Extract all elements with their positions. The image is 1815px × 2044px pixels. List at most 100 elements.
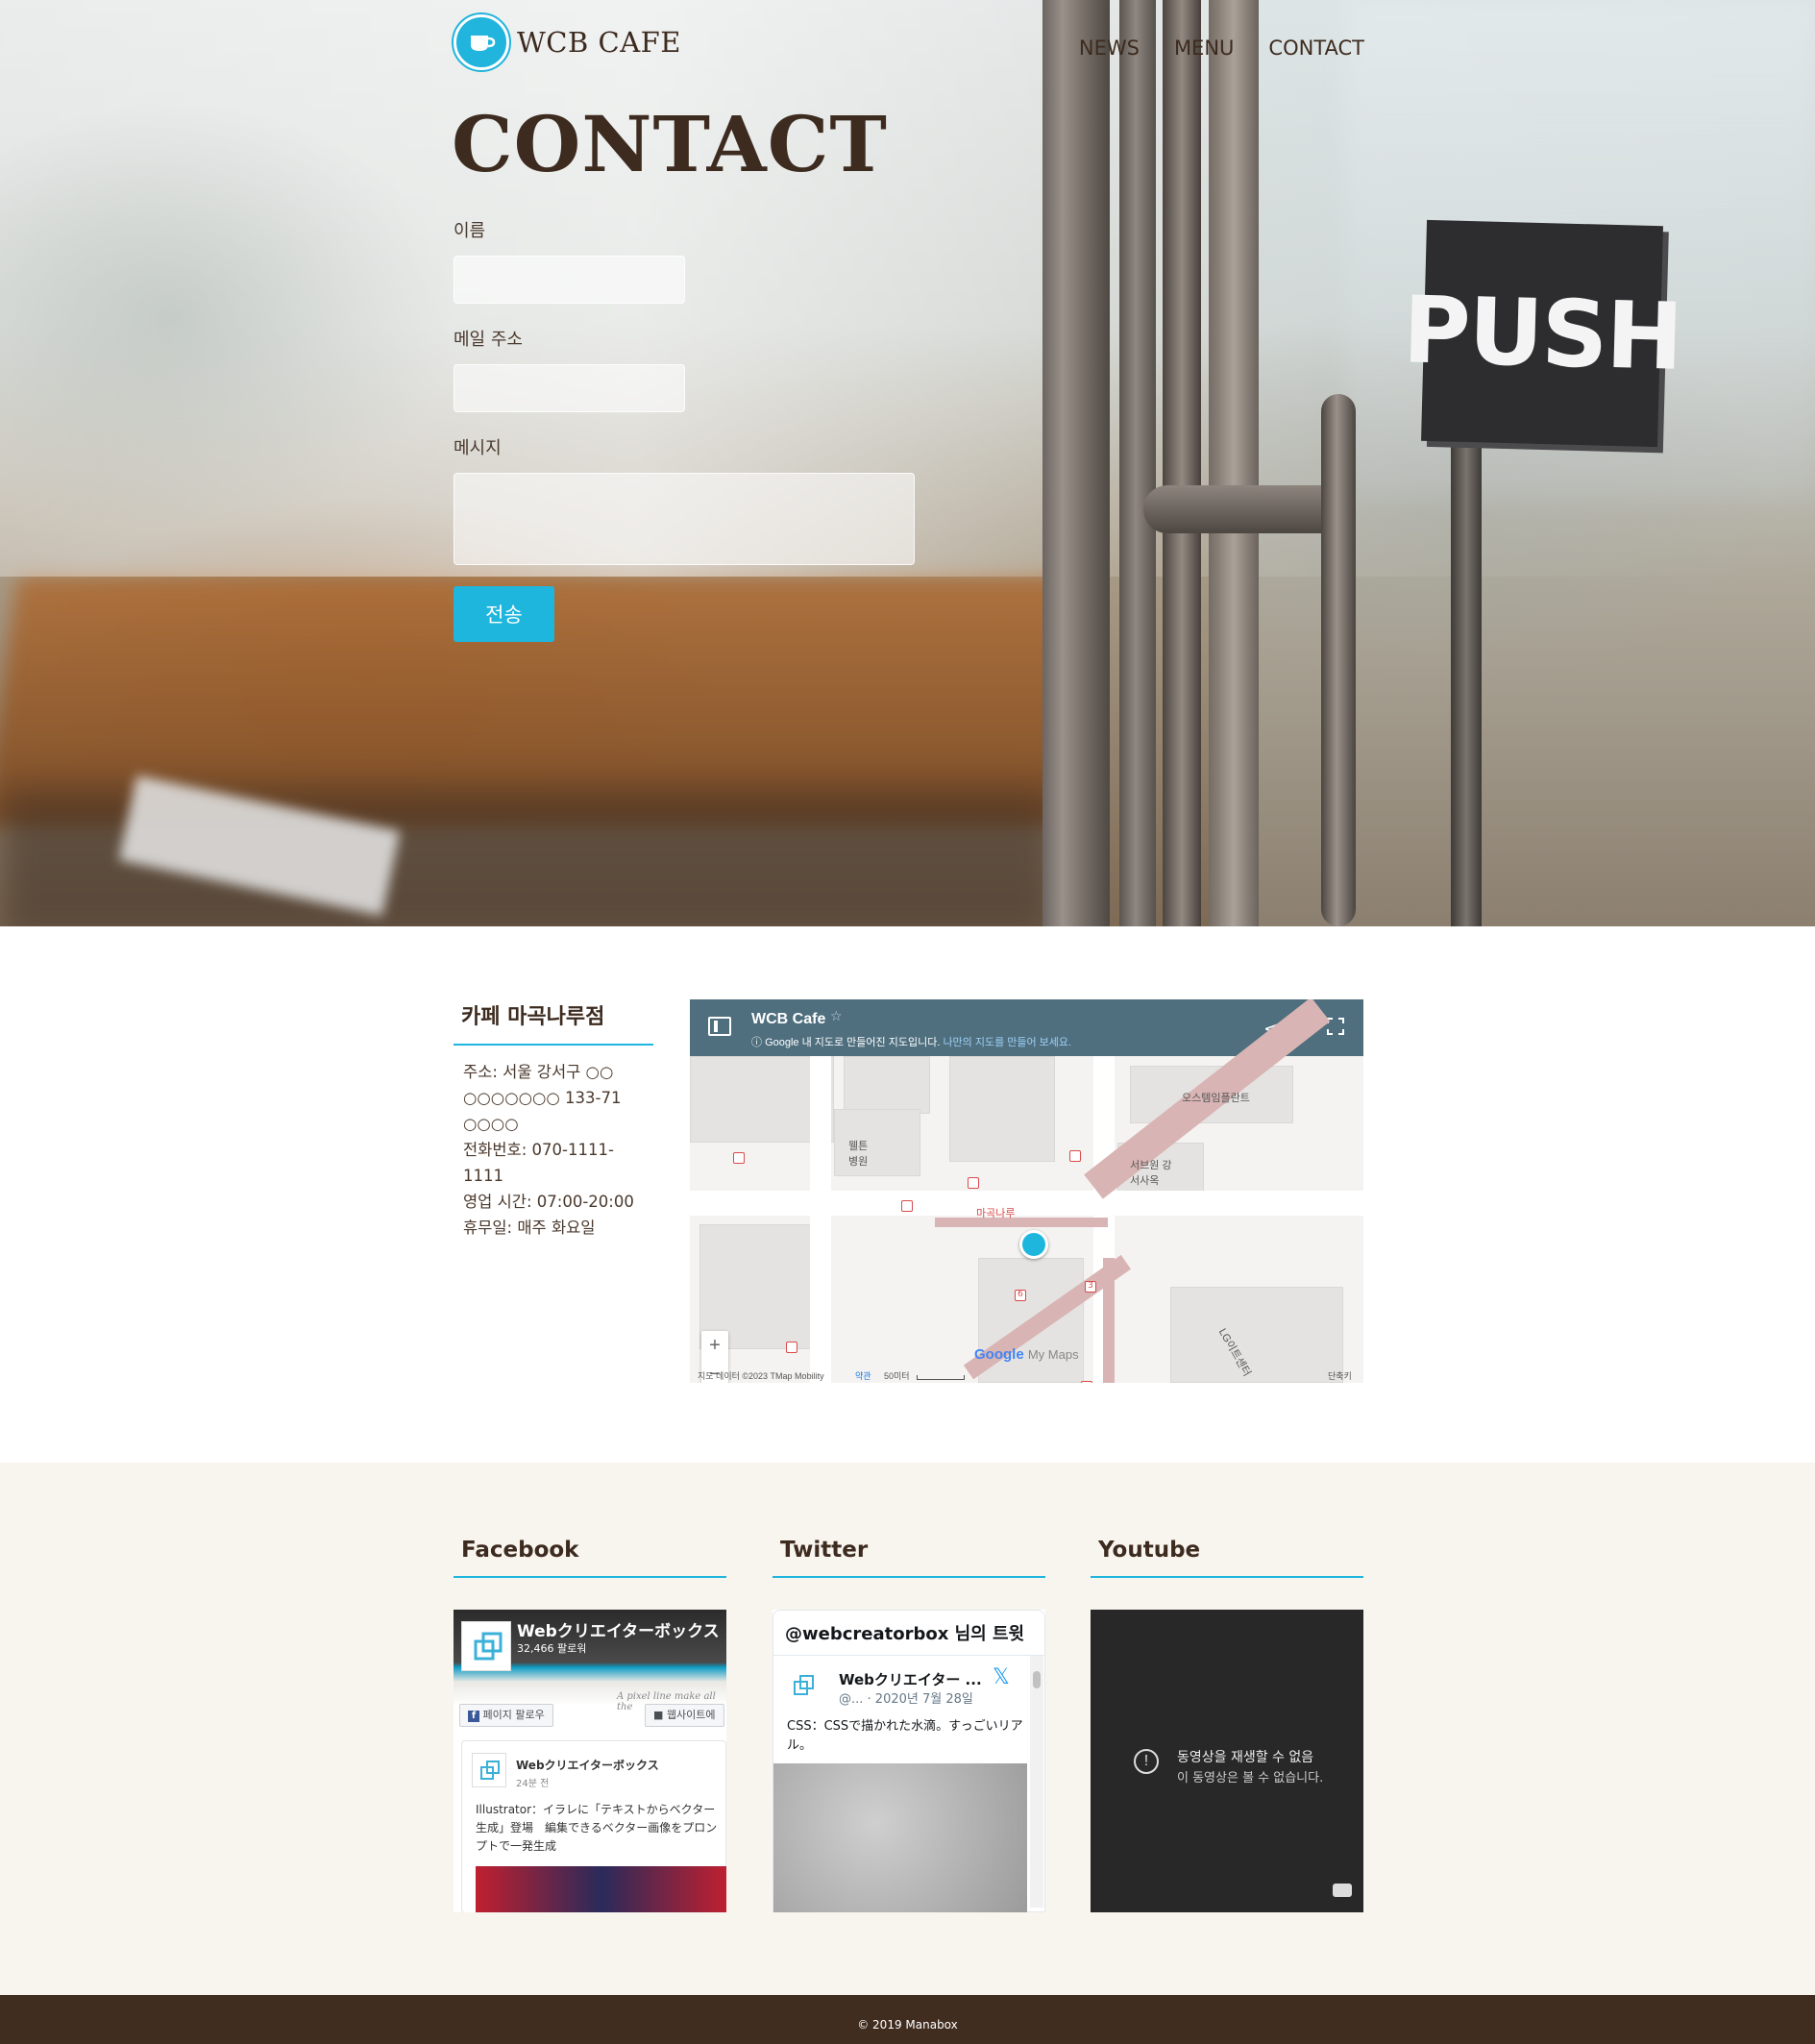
facebook-column: Facebook Webクリエイターボックス 32,466 팔로워 A pixe… xyxy=(454,1538,726,1912)
store-info: 카페 마곡나루점 주소: 서울 강서구 ○○ ○○○○○○○ 133-71 ○○… xyxy=(454,999,653,1241)
star-icon[interactable]: ☆ xyxy=(830,1009,843,1024)
name-field[interactable] xyxy=(454,256,685,304)
nav-news[interactable]: NEWS xyxy=(1079,37,1140,60)
map-label: 웰튼 병원 xyxy=(848,1141,869,1168)
google-wordmark: Google xyxy=(974,1346,1024,1363)
email-field[interactable] xyxy=(454,364,685,412)
youtube-logo-icon[interactable] xyxy=(1333,1884,1352,1897)
map-building xyxy=(834,1109,920,1176)
subway-exit-6[interactable]: 6 xyxy=(1015,1290,1026,1301)
nav-menu[interactable]: MENU xyxy=(1174,37,1234,60)
hero-door-frame xyxy=(1163,0,1201,926)
map-rail xyxy=(1103,1258,1115,1383)
store-address: 주소: 서울 강서구 ○○ xyxy=(463,1063,614,1081)
map-label: 서브원 강서사옥 xyxy=(1130,1160,1172,1187)
sidebar-toggle-icon[interactable] xyxy=(708,1017,731,1036)
visit-website-button[interactable]: ■ 웹사이트에 xyxy=(645,1704,724,1727)
info-icon: ⓘ xyxy=(751,1037,762,1048)
submit-button[interactable]: 전송 xyxy=(454,586,554,642)
facebook-widget[interactable]: Webクリエイターボックス 32,466 팔로워 A pixel line ma… xyxy=(454,1610,726,1912)
site-logo[interactable]: WCB CAFE xyxy=(452,12,681,72)
map-road xyxy=(690,1191,1363,1216)
bus-stop-icon[interactable] xyxy=(901,1200,913,1212)
hero-door-handle xyxy=(1321,394,1356,926)
site-footer: © 2019 Manabox xyxy=(0,1995,1815,2044)
youtube-title: Youtube xyxy=(1091,1538,1363,1578)
follow-page-button[interactable]: f 페이지 팔로우 xyxy=(459,1704,553,1727)
tweet-meta[interactable]: @... · 2020년 7월 28일 xyxy=(839,1688,973,1707)
timeline-header[interactable]: @webcreatorbox 님의 트윗 xyxy=(773,1610,1045,1656)
hero-push-sign: PUSH xyxy=(1402,219,1682,448)
scrollbar[interactable] xyxy=(1030,1656,1043,1908)
follow-label: 페이지 팔로우 xyxy=(482,1709,545,1721)
map-title[interactable]: WCB Cafe xyxy=(751,1011,825,1028)
bus-stop-icon[interactable] xyxy=(733,1152,745,1164)
page-title: CONTACT xyxy=(452,99,888,189)
store-details: 주소: 서울 강서구 ○○ ○○○○○○○ 133-71 ○○○○ 전화번호: … xyxy=(454,1046,653,1241)
twitter-widget[interactable]: @webcreatorbox 님의 트윗 Webクリエイター ... @... … xyxy=(773,1610,1045,1912)
my-maps-wordmark: My Maps xyxy=(1027,1347,1079,1362)
bus-stop-icon[interactable] xyxy=(968,1177,979,1189)
nav-contact[interactable]: CONTACT xyxy=(1268,37,1364,60)
map-scale[interactable]: 50미터 xyxy=(884,1369,910,1382)
post-avatar[interactable] xyxy=(472,1753,506,1787)
post-author[interactable]: Webクリエイターボックス xyxy=(516,1757,659,1773)
store-address: ○○○○○○○ 133-71 xyxy=(463,1089,622,1107)
name-label: 이름 xyxy=(454,221,486,241)
post-image[interactable] xyxy=(476,1866,726,1912)
bus-stop-icon[interactable] xyxy=(786,1342,797,1353)
scale-bar xyxy=(917,1375,965,1380)
main-nav: NEWS MENU CONTACT xyxy=(1079,37,1364,60)
map-subtitle-text: Google 내 지도로 만들어진 지도입니다. xyxy=(765,1037,941,1048)
tweet[interactable]: Webクリエイター ... @... · 2020년 7월 28일 𝕏 CSS：… xyxy=(773,1656,1045,1912)
map-label: 오스템임플란트 xyxy=(1182,1093,1250,1104)
embedded-map[interactable]: WCB Cafe ☆ ⓘ Google 내 지도로 만들어진 지도입니다. 나만… xyxy=(690,999,1363,1383)
hero-door-handle xyxy=(1143,485,1345,533)
store-phone: 전화번호: 070-1111-1111 xyxy=(463,1141,614,1185)
scrollbar-thumb[interactable] xyxy=(1033,1671,1041,1688)
tweet-image[interactable] xyxy=(773,1763,1027,1912)
map-building xyxy=(949,1056,1055,1162)
tweet-avatar[interactable] xyxy=(787,1669,822,1704)
x-logo-icon[interactable]: 𝕏 xyxy=(993,1665,1010,1689)
post-time[interactable]: 24분 전 xyxy=(516,1775,549,1789)
contact-form: 이름 메일 주소 메시지 전송 xyxy=(454,217,924,642)
store-closed-day: 휴무일: 매주 화요일 xyxy=(463,1219,596,1237)
page-avatar[interactable] xyxy=(461,1621,511,1671)
facebook-post[interactable]: Webクリエイターボックス 24분 전 Illustrator：イラレに「テキス… xyxy=(461,1740,726,1912)
facebook-page-name[interactable]: Webクリエイターボックス xyxy=(517,1617,720,1641)
youtube-player[interactable]: ! 동영상을 재생할 수 없음 이 동영상은 볼 수 없습니다. xyxy=(1091,1610,1363,1912)
bus-stop-icon[interactable] xyxy=(1069,1150,1081,1162)
youtube-column: Youtube ! 동영상을 재생할 수 없음 이 동영상은 볼 수 없습니다. xyxy=(1091,1538,1363,1912)
map-terms-link[interactable]: 약관 xyxy=(855,1369,871,1382)
map-shortcuts-link[interactable]: 단축키 xyxy=(1328,1369,1352,1382)
zoom-in-button[interactable]: + xyxy=(701,1331,728,1360)
hero-door-frame xyxy=(1209,0,1259,926)
message-label: 메시지 xyxy=(454,438,502,458)
facebook-title: Facebook xyxy=(454,1538,726,1578)
hero-door-frame xyxy=(1119,0,1156,926)
store-address: ○○○○ xyxy=(463,1115,519,1133)
cafe-pin-icon[interactable] xyxy=(1019,1230,1048,1259)
alert-icon: ! xyxy=(1134,1749,1159,1774)
hero-sign-post xyxy=(1451,432,1482,926)
map-subtitle: ⓘ Google 내 지도로 만들어진 지도입니다. 나만의 지도를 만들어 보… xyxy=(751,1034,1071,1049)
facebook-icon: f xyxy=(468,1711,479,1722)
tweet-author[interactable]: Webクリエイター ... xyxy=(839,1669,982,1689)
video-error-title: 동영상을 재생할 수 없음 xyxy=(1177,1750,1314,1765)
map-rail xyxy=(935,1218,1108,1227)
logo-text: WCB CAFE xyxy=(517,26,681,59)
video-error-body: 이 동영상은 볼 수 없습니다. xyxy=(1177,1771,1324,1785)
map-building xyxy=(844,1056,930,1114)
google-logo: Google My Maps xyxy=(974,1346,1079,1363)
message-field[interactable] xyxy=(454,473,915,565)
subway-exit-3[interactable]: 3 xyxy=(1085,1281,1096,1293)
map-road xyxy=(810,1056,831,1383)
store-title: 카페 마곡나루점 xyxy=(454,999,653,1046)
briefcase-icon: ■ xyxy=(653,1709,664,1721)
map-label-station: 마곡나루 xyxy=(976,1208,1016,1219)
map-canvas[interactable]: 오스템임플란트 웰튼 병원 서브원 강서사옥 마곡나루 LG이트센터 6 3 +… xyxy=(690,999,1363,1383)
store-hours: 영업 시간: 07:00-20:00 xyxy=(463,1193,634,1211)
my-maps-link[interactable]: 나만의 지도를 만들어 보세요. xyxy=(943,1037,1071,1048)
tweet-text: CSS：CSSで描かれた水滴。すっごいリアル。 xyxy=(787,1719,1023,1753)
